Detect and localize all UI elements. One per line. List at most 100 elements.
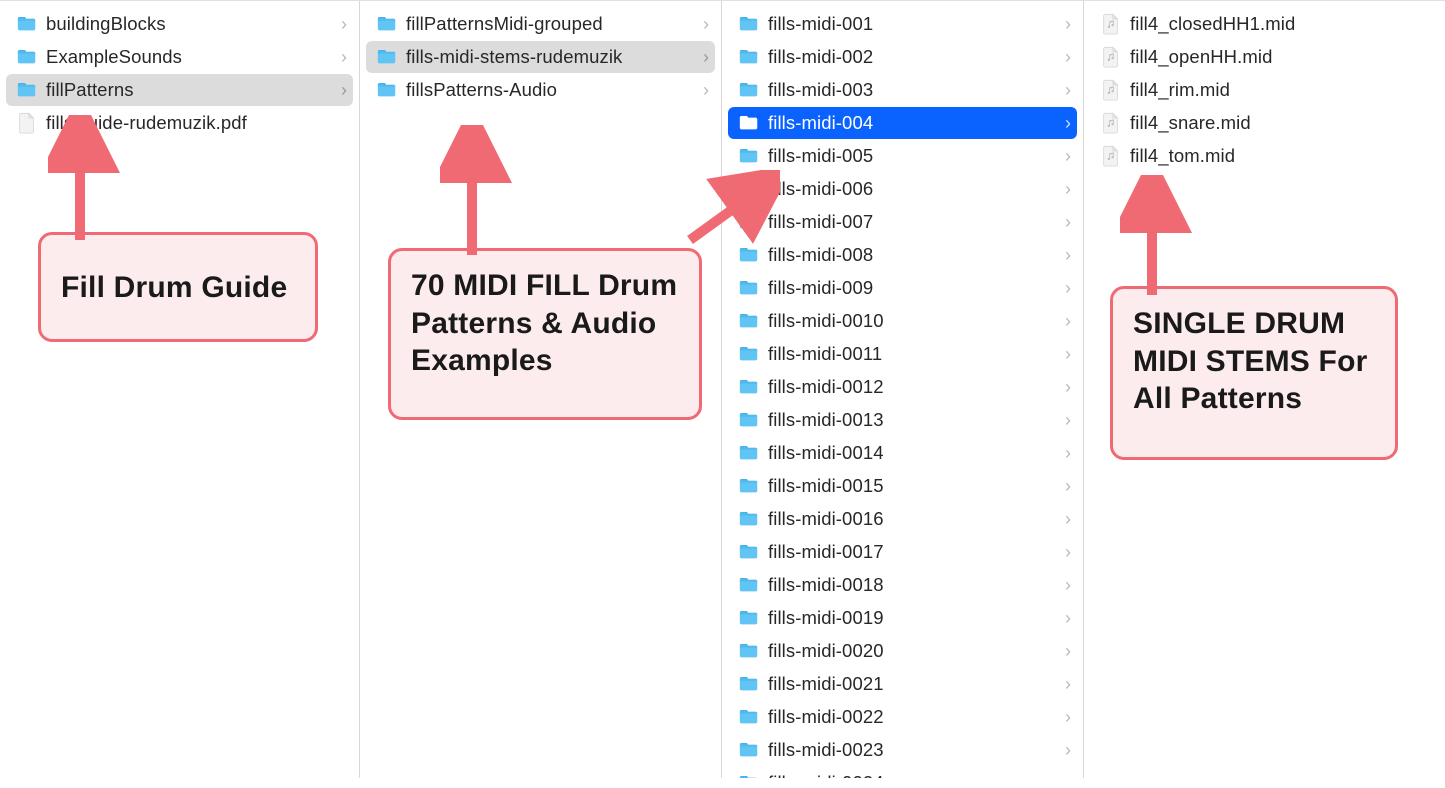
chevron-right-icon: ›: [1059, 443, 1071, 464]
item-label: ExampleSounds: [46, 46, 335, 68]
chevron-right-icon: ›: [1059, 14, 1071, 35]
item-label: fills-midi-0013: [768, 409, 1059, 431]
folder-icon: [738, 508, 760, 530]
chevron-right-icon: ›: [1059, 212, 1071, 233]
folder-icon: [738, 310, 760, 332]
chevron-right-icon: ›: [697, 80, 709, 101]
folder-row[interactable]: fills-midi-008›: [728, 239, 1077, 271]
chevron-right-icon: ›: [1059, 47, 1071, 68]
chevron-right-icon: ›: [1059, 575, 1071, 596]
folder-icon: [376, 13, 398, 35]
chevron-right-icon: ›: [1059, 773, 1071, 779]
chevron-right-icon: ›: [1059, 311, 1071, 332]
chevron-right-icon: ›: [1059, 377, 1071, 398]
chevron-right-icon: ›: [1059, 608, 1071, 629]
midi-file-icon: [1100, 145, 1122, 167]
chevron-right-icon: ›: [1059, 179, 1071, 200]
folder-row[interactable]: fills-midi-0016›: [728, 503, 1077, 535]
folder-row[interactable]: fills-midi-0017›: [728, 536, 1077, 568]
item-label: fills-midi-0014: [768, 442, 1059, 464]
folder-row[interactable]: fills-midi-0020›: [728, 635, 1077, 667]
folder-icon: [738, 673, 760, 695]
folder-row[interactable]: fills-midi-0019›: [728, 602, 1077, 634]
item-label: fills-midi-0022: [768, 706, 1059, 728]
folder-row[interactable]: fills-midi-0021›: [728, 668, 1077, 700]
item-label: fills-midi-0024: [768, 772, 1059, 778]
file-row[interactable]: fill4_openHH.mid: [1090, 41, 1439, 73]
folder-icon: [16, 46, 38, 68]
file-row[interactable]: fillsGuide-rudemuzik.pdf: [6, 107, 353, 139]
item-label: fill4_closedHH1.mid: [1130, 13, 1433, 35]
folder-row[interactable]: fillPatternsMidi-grouped›: [366, 8, 715, 40]
item-label: fills-midi-0010: [768, 310, 1059, 332]
item-label: fills-midi-0020: [768, 640, 1059, 662]
folder-row[interactable]: fills-midi-0010›: [728, 305, 1077, 337]
folder-icon: [738, 442, 760, 464]
item-label: fills-midi-009: [768, 277, 1059, 299]
chevron-right-icon: ›: [1059, 707, 1071, 728]
folder-row[interactable]: fills-midi-0024›: [728, 767, 1077, 778]
chevron-right-icon: ›: [335, 80, 347, 101]
folder-icon: [738, 343, 760, 365]
folder-row[interactable]: fills-midi-0018›: [728, 569, 1077, 601]
folder-row[interactable]: fills-midi-0012›: [728, 371, 1077, 403]
folder-icon: [738, 13, 760, 35]
folder-row[interactable]: fills-midi-001›: [728, 8, 1077, 40]
item-label: fills-midi-0011: [768, 343, 1059, 365]
midi-file-icon: [1100, 46, 1122, 68]
item-label: fills-midi-0012: [768, 376, 1059, 398]
finder-column-1[interactable]: buildingBlocks› ExampleSounds› fillPatte…: [0, 1, 360, 778]
item-label: fill4_rim.mid: [1130, 79, 1433, 101]
folder-row[interactable]: fillPatterns›: [6, 74, 353, 106]
folder-row[interactable]: fills-midi-003›: [728, 74, 1077, 106]
chevron-right-icon: ›: [697, 14, 709, 35]
file-row[interactable]: fill4_snare.mid: [1090, 107, 1439, 139]
midi-file-icon: [1100, 79, 1122, 101]
folder-icon: [738, 277, 760, 299]
folder-row[interactable]: fills-midi-0015›: [728, 470, 1077, 502]
folder-row[interactable]: fills-midi-0013›: [728, 404, 1077, 436]
folder-row[interactable]: fills-midi-005›: [728, 140, 1077, 172]
folder-icon: [738, 640, 760, 662]
folder-row[interactable]: fills-midi-0011›: [728, 338, 1077, 370]
folder-row[interactable]: buildingBlocks›: [6, 8, 353, 40]
item-label: fill4_openHH.mid: [1130, 46, 1433, 68]
folder-row[interactable]: fills-midi-stems-rudemuzik›: [366, 41, 715, 73]
item-label: fills-midi-006: [768, 178, 1059, 200]
file-row[interactable]: fill4_rim.mid: [1090, 74, 1439, 106]
folder-row[interactable]: fills-midi-0022›: [728, 701, 1077, 733]
chevron-right-icon: ›: [697, 47, 709, 68]
folder-icon: [738, 541, 760, 563]
item-label: fills-midi-005: [768, 145, 1059, 167]
folder-row[interactable]: fills-midi-002›: [728, 41, 1077, 73]
folder-icon: [738, 607, 760, 629]
folder-row[interactable]: fills-midi-007›: [728, 206, 1077, 238]
folder-row[interactable]: fills-midi-0014›: [728, 437, 1077, 469]
file-row[interactable]: fill4_tom.mid: [1090, 140, 1439, 172]
folder-row[interactable]: fillsPatterns-Audio›: [366, 74, 715, 106]
item-label: fill4_tom.mid: [1130, 145, 1433, 167]
chevron-right-icon: ›: [1059, 278, 1071, 299]
folder-row[interactable]: fills-midi-0023›: [728, 734, 1077, 766]
finder-column-2[interactable]: fillPatternsMidi-grouped› fills-midi-ste…: [360, 1, 722, 778]
folder-icon: [738, 112, 760, 134]
item-label: fillPatternsMidi-grouped: [406, 13, 697, 35]
finder-column-view: buildingBlocks› ExampleSounds› fillPatte…: [0, 0, 1445, 778]
item-label: fills-midi-0019: [768, 607, 1059, 629]
chevron-right-icon: ›: [1059, 410, 1071, 431]
finder-column-3[interactable]: fills-midi-001› fills-midi-002› fills-mi…: [722, 1, 1084, 778]
item-label: buildingBlocks: [46, 13, 335, 35]
folder-row[interactable]: fills-midi-004›: [728, 107, 1077, 139]
item-label: fills-midi-0017: [768, 541, 1059, 563]
folder-row[interactable]: fills-midi-006›: [728, 173, 1077, 205]
item-label: fills-midi-003: [768, 79, 1059, 101]
file-row[interactable]: fill4_closedHH1.mid: [1090, 8, 1439, 40]
finder-column-4[interactable]: fill4_closedHH1.mid fill4_openHH.mid fil…: [1084, 1, 1445, 778]
item-label: fills-midi-002: [768, 46, 1059, 68]
folder-row[interactable]: ExampleSounds›: [6, 41, 353, 73]
folder-icon: [738, 145, 760, 167]
chevron-right-icon: ›: [1059, 113, 1071, 134]
item-label: fills-midi-0016: [768, 508, 1059, 530]
chevron-right-icon: ›: [335, 14, 347, 35]
folder-row[interactable]: fills-midi-009›: [728, 272, 1077, 304]
